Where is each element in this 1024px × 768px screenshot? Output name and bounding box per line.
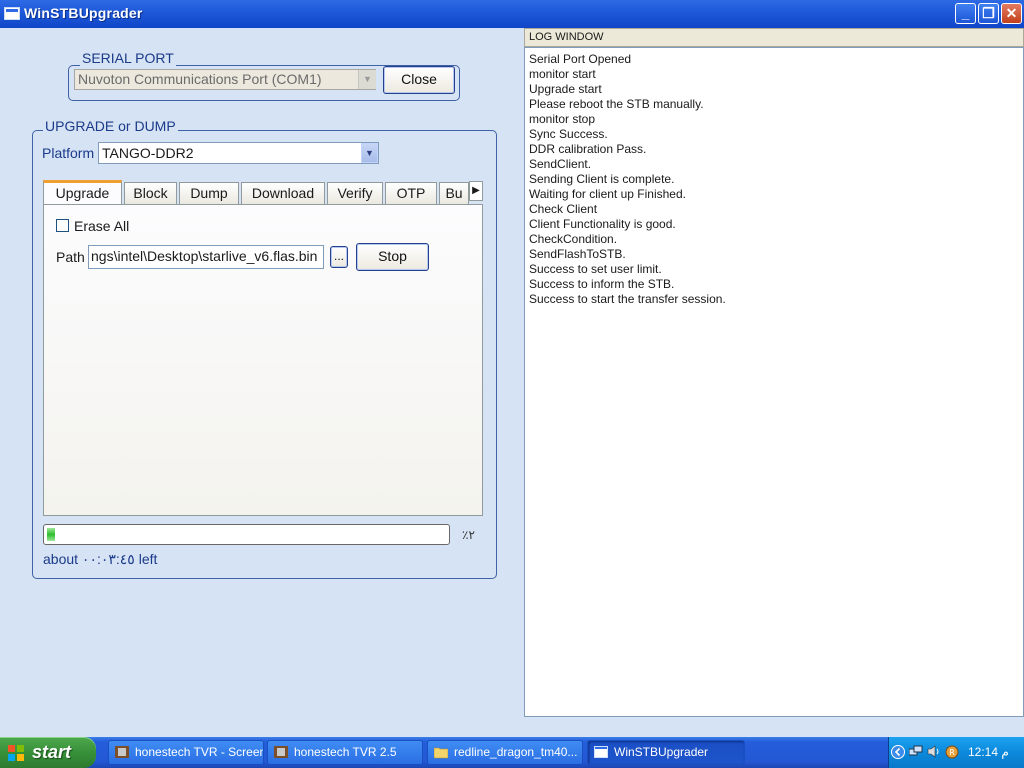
window-title: WinSTBUpgrader xyxy=(24,5,143,21)
taskbar-item-label: honestech TVR 2.5 xyxy=(294,745,397,759)
time-remaining: about ۰۰:۰۳:٤٥ left xyxy=(43,551,158,567)
taskbar-item-label: honestech TVR - Screen xyxy=(135,745,264,759)
log-line: Serial Port Opened xyxy=(529,52,632,66)
log-line: Sync Success. xyxy=(529,127,608,141)
log-line: Success to start the transfer session. xyxy=(529,292,726,306)
platform-label: Platform xyxy=(42,145,95,161)
log-line: CheckCondition. xyxy=(529,232,618,246)
tab-download[interactable]: Download xyxy=(241,182,325,204)
windows-logo-icon xyxy=(8,745,24,761)
folder-icon xyxy=(434,747,448,759)
log-line: Sending Client is complete. xyxy=(529,172,675,186)
maximize-button[interactable]: ❐ xyxy=(978,3,999,24)
chevron-down-icon[interactable]: ▼ xyxy=(361,143,378,163)
tab-verify[interactable]: Verify xyxy=(327,182,383,204)
taskbar-item-label: WinSTBUpgrader xyxy=(614,745,709,759)
app-window-icon xyxy=(4,7,20,20)
taskbar-item-redline-folder[interactable]: redline_dragon_tm40... xyxy=(427,740,583,765)
start-label[interactable]: start xyxy=(32,742,71,763)
tab-upgrade[interactable]: Upgrade xyxy=(43,180,122,205)
tray-expand-icon[interactable] xyxy=(891,745,905,759)
tab-dump[interactable]: Dump xyxy=(179,182,239,204)
log-line: monitor start xyxy=(529,67,596,81)
program-tray-icon[interactable]: R xyxy=(945,744,959,759)
svg-text:R: R xyxy=(949,748,955,757)
path-label: Path xyxy=(56,249,85,265)
log-line: Success to inform the STB. xyxy=(529,277,675,291)
log-line: Client Functionality is good. xyxy=(529,217,676,231)
tab-block[interactable]: Block xyxy=(124,182,177,204)
erase-all-checkbox[interactable] xyxy=(56,219,69,232)
erase-all-label[interactable]: Erase All xyxy=(74,218,129,234)
taskbar-item-winstbupgrader[interactable]: WinSTBUpgrader xyxy=(587,740,745,765)
progress-segment xyxy=(47,528,55,541)
platform-select[interactable]: TANGO-DDR2 xyxy=(98,142,379,164)
tab-otp[interactable]: OTP xyxy=(385,182,437,204)
progress-percent: ٪٢ xyxy=(462,528,475,542)
log-line: Please reboot the STB manually. xyxy=(529,97,704,111)
com-port-select[interactable]: Nuvoton Communications Port (COM1) xyxy=(74,69,376,90)
upgrade-progress-bar xyxy=(43,524,450,545)
taskbar-item-label: redline_dragon_tm40... xyxy=(454,745,578,759)
log-line: SendClient. xyxy=(529,157,592,171)
path-input[interactable]: ngs\intel\Desktop\starlive_v6.flas.bin xyxy=(88,245,324,269)
taskbar-clock: 12:14 م xyxy=(968,745,1009,759)
minimize-button[interactable]: _ xyxy=(955,3,976,24)
browse-button[interactable]: ... xyxy=(330,246,348,268)
close-window-button[interactable]: ✕ xyxy=(1001,3,1022,24)
log-line: Waiting for client up Finished. xyxy=(529,187,686,201)
upgrade-dump-legend: UPGRADE or DUMP xyxy=(43,118,178,134)
restore-icon: ❐ xyxy=(982,5,995,21)
film-icon xyxy=(115,746,129,758)
log-line: Upgrade start xyxy=(529,82,602,96)
network-icon[interactable] xyxy=(909,745,923,759)
film-icon xyxy=(274,746,288,758)
chevron-down-icon[interactable]: ▼ xyxy=(358,70,376,89)
log-line: SendFlashToSTB. xyxy=(529,247,626,261)
log-line: DDR calibration Pass. xyxy=(529,142,647,156)
title-bar[interactable] xyxy=(0,0,1024,28)
tab-bu[interactable]: Bu xyxy=(439,182,469,204)
close-port-button[interactable]: Close xyxy=(383,66,455,94)
close-icon: ✕ xyxy=(1005,5,1018,21)
tab-scroll-right-icon[interactable]: ▶ xyxy=(469,181,483,201)
taskbar-item-honestech-tvr[interactable]: honestech TVR 2.5 xyxy=(267,740,423,765)
window-icon xyxy=(594,746,608,758)
volume-icon[interactable] xyxy=(927,744,941,759)
log-line: Success to set user limit. xyxy=(529,262,662,276)
log-window[interactable]: Serial Port Opened monitor start Upgrade s… xyxy=(524,47,1024,717)
taskbar-item-honestech-screen[interactable]: honestech TVR - Screen xyxy=(108,740,264,765)
log-line: monitor stop xyxy=(529,112,596,126)
serial-port-legend: SERIAL PORT xyxy=(80,50,176,66)
minimize-icon: _ xyxy=(961,5,970,21)
log-window-header: LOG WINDOW xyxy=(524,28,1024,47)
log-line: Check Client xyxy=(529,202,598,216)
stop-button[interactable]: Stop xyxy=(356,243,429,271)
